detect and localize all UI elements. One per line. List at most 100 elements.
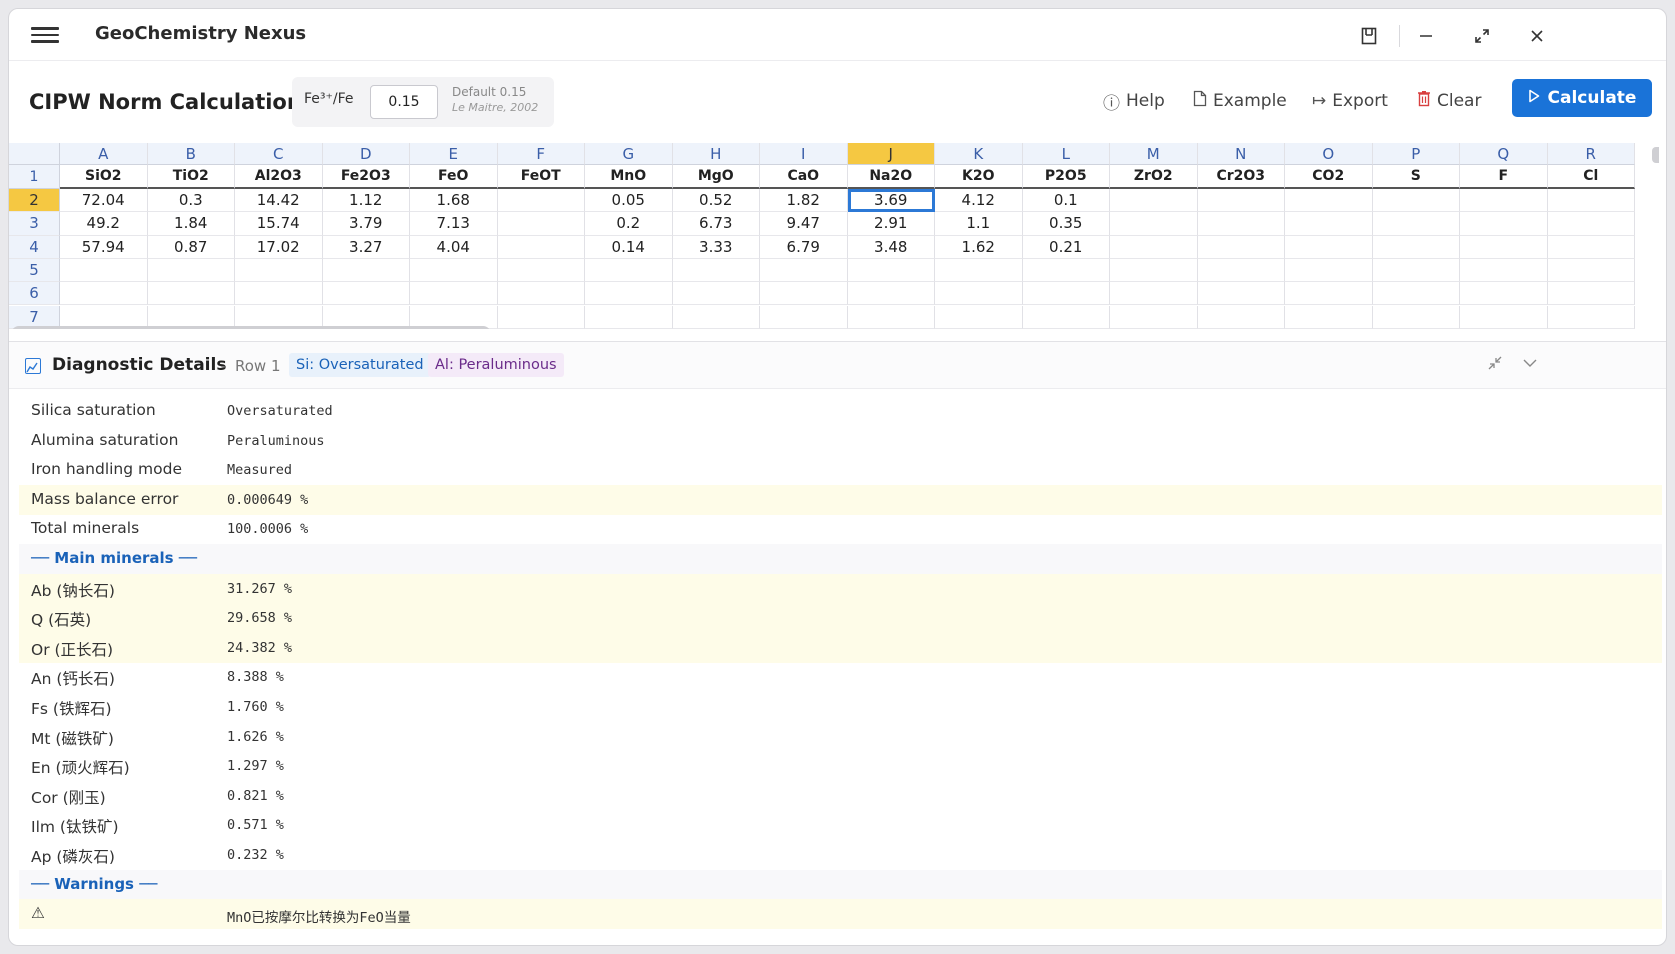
data-cell[interactable]: [497, 235, 585, 259]
header-cell[interactable]: CaO: [760, 165, 848, 189]
column-header-e[interactable]: E: [410, 143, 498, 165]
data-cell[interactable]: [497, 258, 585, 283]
data-cell[interactable]: [1285, 235, 1373, 259]
header-cell[interactable]: Cr2O3: [1197, 165, 1285, 189]
data-cell[interactable]: [1372, 212, 1460, 236]
data-cell[interactable]: [1110, 212, 1198, 236]
data-cell[interactable]: [1110, 189, 1198, 213]
data-cell[interactable]: [1110, 305, 1198, 329]
selected-cell[interactable]: 3.69: [847, 189, 935, 213]
data-cell[interactable]: [1547, 282, 1635, 306]
data-cell[interactable]: [760, 282, 848, 306]
data-cell[interactable]: [1460, 235, 1548, 259]
data-cell[interactable]: [497, 212, 585, 236]
data-cell[interactable]: [497, 282, 585, 306]
header-cell[interactable]: Fe2O3: [322, 165, 410, 189]
data-cell[interactable]: [1110, 235, 1198, 259]
help-button[interactable]: ⓘ Help: [1103, 86, 1165, 116]
close-icon[interactable]: [1522, 21, 1552, 51]
data-cell[interactable]: [497, 189, 585, 213]
column-header-g[interactable]: G: [585, 143, 673, 165]
data-cell[interactable]: [672, 282, 760, 306]
data-cell[interactable]: [1547, 305, 1635, 329]
data-cell[interactable]: [935, 305, 1023, 329]
data-cell[interactable]: 1.1: [935, 212, 1023, 236]
example-button[interactable]: Example: [1193, 86, 1287, 116]
data-cell[interactable]: 4.12: [935, 189, 1023, 213]
data-cell[interactable]: [847, 305, 935, 329]
row-number[interactable]: 2: [9, 189, 60, 213]
data-cell[interactable]: 1.84: [147, 212, 235, 236]
data-cell[interactable]: [410, 258, 498, 283]
data-cell[interactable]: [1460, 212, 1548, 236]
data-cell[interactable]: 3.79: [322, 212, 410, 236]
data-cell[interactable]: [1022, 282, 1110, 306]
data-cell[interactable]: [1022, 258, 1110, 283]
column-header-r[interactable]: R: [1547, 143, 1635, 165]
column-header-o[interactable]: O: [1285, 143, 1373, 165]
data-cell[interactable]: 4.04: [410, 235, 498, 259]
data-cell[interactable]: [1197, 189, 1285, 213]
calculate-button[interactable]: Calculate: [1512, 79, 1652, 117]
column-header-j[interactable]: J: [847, 143, 935, 165]
data-cell[interactable]: [147, 282, 235, 306]
data-cell[interactable]: [847, 258, 935, 283]
data-cell[interactable]: [235, 282, 323, 306]
header-cell[interactable]: Cl: [1547, 165, 1635, 189]
header-cell[interactable]: Al2O3: [235, 165, 323, 189]
chevron-down-icon[interactable]: [1522, 355, 1538, 375]
header-cell[interactable]: FeOT: [497, 165, 585, 189]
column-header-m[interactable]: M: [1110, 143, 1198, 165]
data-cell[interactable]: 6.73: [672, 212, 760, 236]
data-cell[interactable]: [1372, 235, 1460, 259]
data-cell[interactable]: [1285, 189, 1373, 213]
data-cell[interactable]: [1547, 235, 1635, 259]
data-cell[interactable]: [935, 258, 1023, 283]
collapse-icon[interactable]: [1487, 355, 1503, 375]
row-number[interactable]: 1: [9, 165, 60, 189]
data-cell[interactable]: [1372, 258, 1460, 283]
data-cell[interactable]: [322, 282, 410, 306]
header-cell[interactable]: CO2: [1285, 165, 1373, 189]
data-cell[interactable]: [1547, 212, 1635, 236]
column-header-q[interactable]: Q: [1460, 143, 1548, 165]
data-cell[interactable]: 7.13: [410, 212, 498, 236]
data-cell[interactable]: 0.3: [147, 189, 235, 213]
data-cell[interactable]: [147, 258, 235, 283]
data-cell[interactable]: [1285, 258, 1373, 283]
column-header-f[interactable]: F: [497, 143, 585, 165]
export-button[interactable]: ↦ Export: [1312, 86, 1388, 116]
data-cell[interactable]: 0.87: [147, 235, 235, 259]
data-cell[interactable]: [1372, 282, 1460, 306]
header-cell[interactable]: SiO2: [60, 165, 148, 189]
header-cell[interactable]: F: [1460, 165, 1548, 189]
corner-cell[interactable]: [9, 143, 60, 165]
data-cell[interactable]: [1197, 235, 1285, 259]
data-cell[interactable]: [760, 258, 848, 283]
clear-button[interactable]: Clear: [1417, 86, 1481, 116]
data-cell[interactable]: 2.91: [847, 212, 935, 236]
header-cell[interactable]: MnO: [585, 165, 673, 189]
data-cell[interactable]: 0.52: [672, 189, 760, 213]
data-cell[interactable]: [1547, 189, 1635, 213]
data-cell[interactable]: [1285, 282, 1373, 306]
data-cell[interactable]: [497, 305, 585, 329]
data-cell[interactable]: 0.05: [585, 189, 673, 213]
data-cell[interactable]: [672, 258, 760, 283]
header-cell[interactable]: S: [1372, 165, 1460, 189]
data-cell[interactable]: 3.48: [847, 235, 935, 259]
column-header-l[interactable]: L: [1022, 143, 1110, 165]
data-cell[interactable]: [585, 258, 673, 283]
data-cell[interactable]: [1110, 282, 1198, 306]
data-cell[interactable]: [60, 282, 148, 306]
data-cell[interactable]: 1.68: [410, 189, 498, 213]
data-cell[interactable]: [410, 282, 498, 306]
header-cell[interactable]: MgO: [672, 165, 760, 189]
data-cell[interactable]: 72.04: [60, 189, 148, 213]
data-cell[interactable]: [1197, 258, 1285, 283]
data-cell[interactable]: 57.94: [60, 235, 148, 259]
column-header-c[interactable]: C: [235, 143, 323, 165]
row-number[interactable]: 4: [9, 235, 60, 259]
data-cell[interactable]: [235, 258, 323, 283]
data-cell[interactable]: [1022, 305, 1110, 329]
